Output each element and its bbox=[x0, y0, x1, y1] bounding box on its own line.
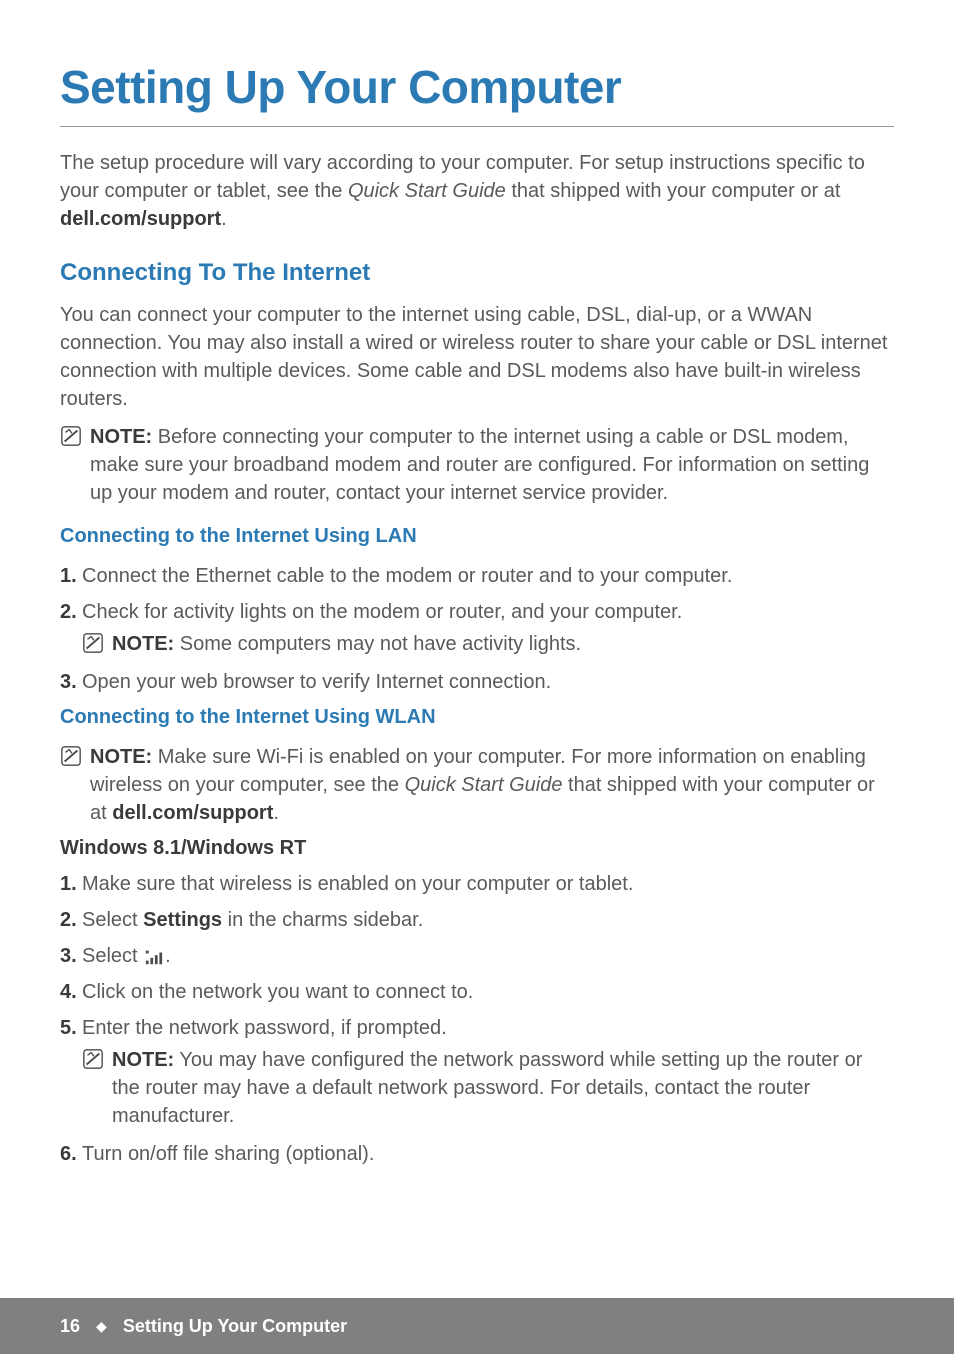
note-text-wifi: NOTE: Make sure Wi-Fi is enabled on your… bbox=[90, 743, 894, 827]
note-body: You may have configured the network pass… bbox=[112, 1049, 862, 1127]
win-item-2-before: Select bbox=[82, 909, 143, 931]
lan-item-1-text: Connect the Ethernet cable to the modem … bbox=[82, 565, 732, 587]
win-item-3-before: Select bbox=[82, 945, 143, 967]
list-number: 2. bbox=[60, 598, 77, 626]
win-item-6-text: Turn on/off file sharing (optional). bbox=[82, 1143, 374, 1165]
note-label: NOTE: bbox=[90, 426, 152, 448]
lan-item-1: 1. Connect the Ethernet cable to the mod… bbox=[82, 562, 894, 590]
win-item-5: 5. Enter the network password, if prompt… bbox=[82, 1014, 894, 1130]
page-content: Setting Up Your Computer The setup proce… bbox=[0, 0, 954, 1168]
footer-section-title: Setting Up Your Computer bbox=[123, 1316, 347, 1337]
list-number: 1. bbox=[60, 562, 77, 590]
intro-bold-link: dell.com/support bbox=[60, 208, 221, 230]
note-block-activity: NOTE: Some computers may not have activi… bbox=[82, 630, 894, 658]
list-number: 6. bbox=[60, 1140, 77, 1168]
note-block-password: NOTE: You may have configured the networ… bbox=[82, 1046, 894, 1130]
note-icon bbox=[60, 745, 82, 767]
list-number: 1. bbox=[60, 870, 77, 898]
note-label: NOTE: bbox=[90, 746, 152, 768]
note-label: NOTE: bbox=[112, 633, 174, 655]
heading-wlan: Connecting to the Internet Using WLAN bbox=[60, 706, 894, 729]
wifi-signal-icon bbox=[143, 948, 165, 966]
win-item-5-text: Enter the network password, if prompted. bbox=[82, 1017, 447, 1039]
list-number: 4. bbox=[60, 978, 77, 1006]
win-item-4-text: Click on the network you want to connect… bbox=[82, 981, 473, 1003]
note-icon bbox=[82, 632, 104, 654]
list-number: 2. bbox=[60, 906, 77, 934]
note-bold-link: dell.com/support bbox=[112, 802, 273, 824]
intro-italic: Quick Start Guide bbox=[348, 180, 506, 202]
intro-text-mid: that shipped with your computer or at bbox=[506, 180, 841, 202]
win-item-2: 2. Select Settings in the charms sidebar… bbox=[82, 906, 894, 934]
note-body: Some computers may not have activity lig… bbox=[174, 633, 581, 655]
win-item-2-after: in the charms sidebar. bbox=[222, 909, 423, 931]
win-item-6: 6. Turn on/off file sharing (optional). bbox=[82, 1140, 894, 1168]
heading-lan: Connecting to the Internet Using LAN bbox=[60, 525, 894, 548]
lan-item-2: 2. Check for activity lights on the mode… bbox=[82, 598, 894, 658]
note-block-wifi: NOTE: Make sure Wi-Fi is enabled on your… bbox=[60, 743, 894, 827]
page-footer: 16 ◆ Setting Up Your Computer bbox=[0, 1298, 954, 1354]
note-body: Before connecting your computer to the i… bbox=[90, 426, 869, 504]
note-italic: Quick Start Guide bbox=[405, 774, 563, 796]
note-text-cable: NOTE: Before connecting your computer to… bbox=[90, 423, 894, 507]
note-block-cable: NOTE: Before connecting your computer to… bbox=[60, 423, 894, 507]
page-title: Setting Up Your Computer bbox=[60, 60, 894, 127]
footer-page-number: 16 bbox=[60, 1316, 80, 1337]
win-item-3: 3. Select . bbox=[82, 942, 894, 970]
lan-list: 1. Connect the Ethernet cable to the mod… bbox=[60, 562, 894, 696]
connecting-body: You can connect your computer to the int… bbox=[60, 301, 894, 413]
note-icon bbox=[82, 1048, 104, 1070]
footer-diamond-icon: ◆ bbox=[96, 1318, 107, 1335]
note-icon bbox=[60, 425, 82, 447]
note-text-password: NOTE: You may have configured the networ… bbox=[112, 1046, 894, 1130]
note-text-activity: NOTE: Some computers may not have activi… bbox=[112, 630, 894, 658]
note-label: NOTE: bbox=[112, 1049, 174, 1071]
lan-item-3: 3. Open your web browser to verify Inter… bbox=[82, 668, 894, 696]
heading-connecting-internet: Connecting To The Internet bbox=[60, 259, 894, 287]
list-number: 3. bbox=[60, 942, 77, 970]
lan-item-2-text: Check for activity lights on the modem o… bbox=[82, 601, 682, 623]
win-item-4: 4. Click on the network you want to conn… bbox=[82, 978, 894, 1006]
win-item-2-bold: Settings bbox=[143, 909, 222, 931]
lan-item-3-text: Open your web browser to verify Internet… bbox=[82, 671, 551, 693]
win-item-1: 1. Make sure that wireless is enabled on… bbox=[82, 870, 894, 898]
win-item-3-after: . bbox=[165, 945, 171, 967]
heading-windows: Windows 8.1/Windows RT bbox=[60, 837, 894, 860]
list-number: 5. bbox=[60, 1014, 77, 1042]
note-after: . bbox=[273, 802, 279, 824]
windows-list: 1. Make sure that wireless is enabled on… bbox=[60, 870, 894, 1168]
intro-text-after: . bbox=[221, 208, 227, 230]
list-number: 3. bbox=[60, 668, 77, 696]
win-item-1-text: Make sure that wireless is enabled on yo… bbox=[82, 873, 633, 895]
intro-paragraph: The setup procedure will vary according … bbox=[60, 149, 894, 233]
